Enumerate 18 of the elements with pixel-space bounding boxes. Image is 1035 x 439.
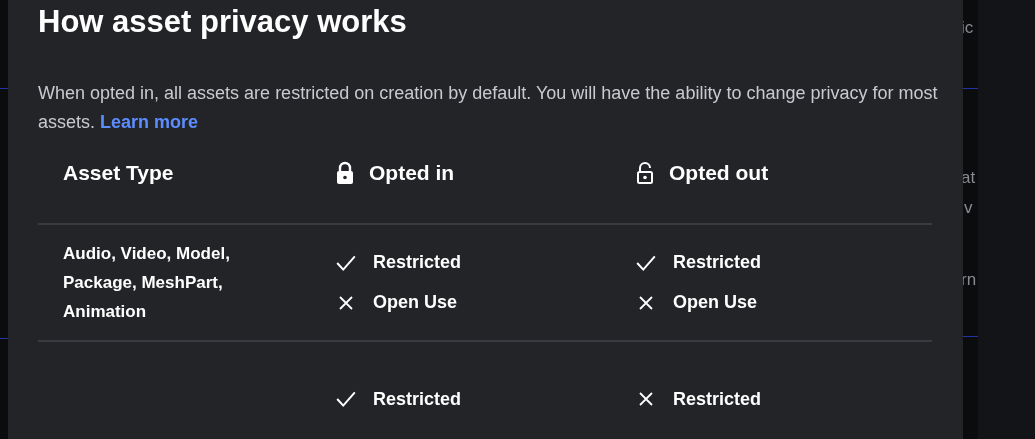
permission-text: Restricted bbox=[673, 252, 762, 273]
asset-type-text: Audio, Video, Model, Package, MeshPart, Animation bbox=[63, 243, 231, 323]
column-header: Opted out bbox=[669, 160, 769, 186]
background-text: ic bbox=[963, 18, 975, 38]
permission-text: Restricted bbox=[373, 252, 462, 273]
padlock-icon bbox=[335, 161, 355, 185]
dialog-title: How asset privacy works bbox=[38, 3, 408, 41]
background-text: rn bbox=[963, 270, 978, 290]
permission-text: Restricted bbox=[373, 388, 462, 410]
permission-text: Restricted bbox=[673, 388, 762, 410]
column-header: Opted in bbox=[369, 160, 455, 186]
column-header: Asset Type bbox=[63, 160, 174, 186]
open-padlock-icon bbox=[635, 161, 655, 185]
description-text: When opted in, all assets are restricted on creation by default. You will have the ability to change privacy for most assets. Learn more bbox=[38, 82, 938, 134]
background-text: v bbox=[964, 198, 974, 218]
permission-text: Open Use bbox=[373, 292, 458, 313]
permission-text: Open Use bbox=[673, 292, 758, 313]
learn-more-link[interactable]: Learn more bbox=[100, 112, 199, 132]
